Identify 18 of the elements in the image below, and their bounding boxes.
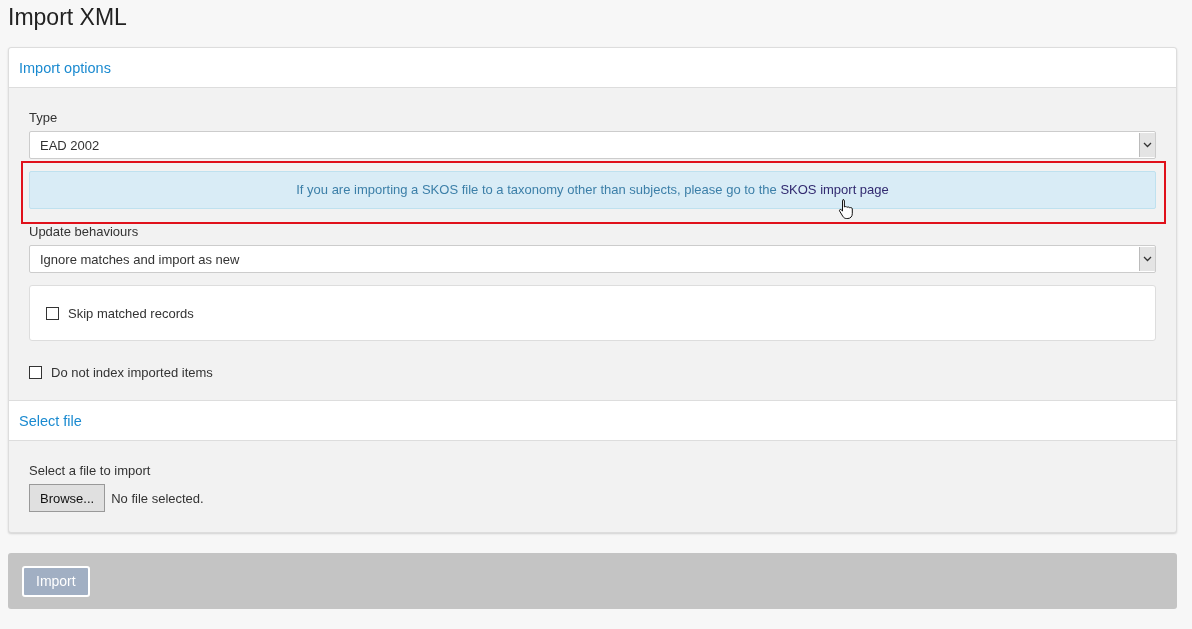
checkbox[interactable]	[46, 306, 59, 320]
caret-icon	[1139, 133, 1155, 157]
field-label: Select a file to import	[29, 463, 152, 478]
browse-button[interactable]: Browse...	[29, 484, 106, 512]
type-select[interactable]: EAD 2002	[29, 131, 1156, 159]
alert-text: If you are importing a SKOS file to a taxonomy other than subjects, please go to the SKOS import page	[296, 182, 889, 197]
checkbox-label: Do not index imported items	[51, 365, 213, 380]
caret-icon	[1139, 247, 1155, 271]
section-header: Import options	[9, 48, 1176, 88]
update-select[interactable]: Ignore matches and import as new	[29, 245, 1156, 273]
skos-import-link[interactable]: SKOS import page	[780, 182, 889, 197]
checkbox[interactable]	[29, 366, 42, 379]
field-label: Update behaviours	[29, 224, 140, 239]
checkbox-label: Skip matched records	[68, 305, 194, 321]
field-label: Type	[29, 110, 59, 125]
file-status: No file selected.	[111, 490, 204, 506]
section-header: Select file	[9, 400, 1176, 441]
page-title: Import XML	[8, 3, 128, 32]
